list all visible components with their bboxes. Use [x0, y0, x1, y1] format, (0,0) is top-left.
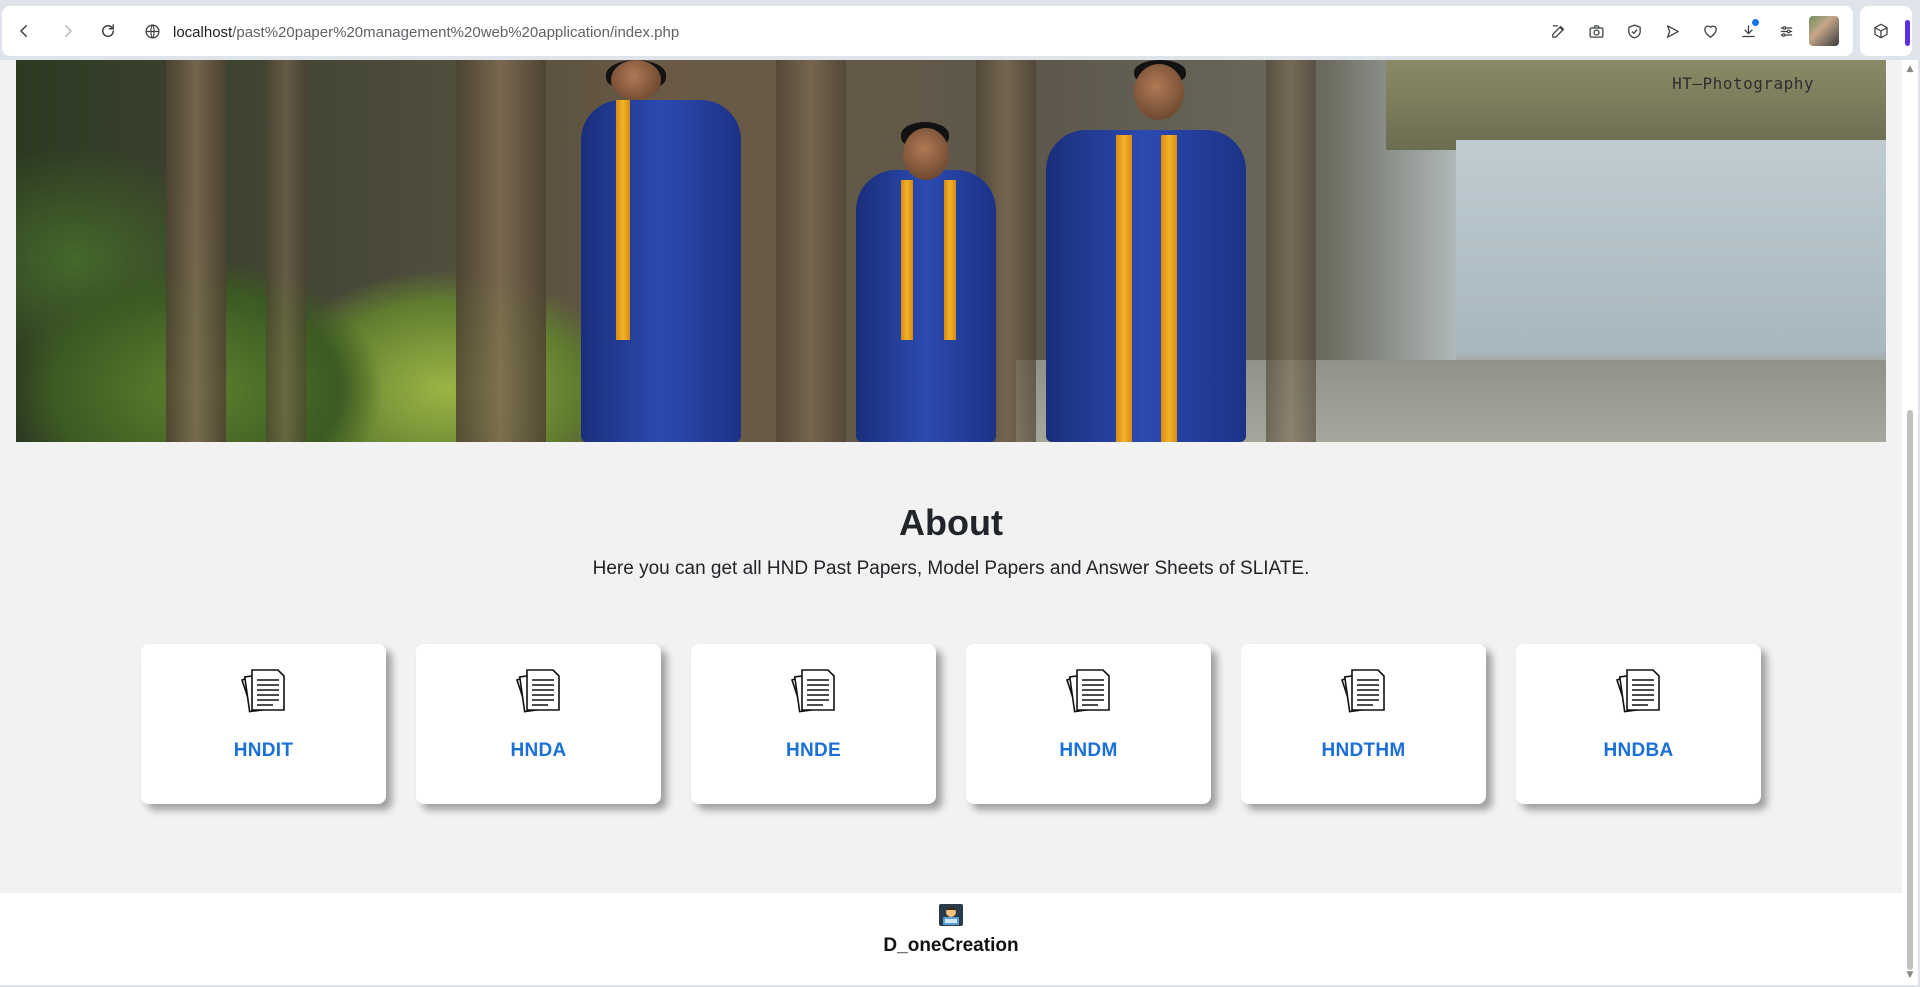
hero-graduate-sash [1161, 135, 1177, 442]
documents-icon [240, 669, 285, 713]
documents-icon [1340, 669, 1385, 713]
send-button[interactable] [1657, 16, 1687, 46]
hero-graduate-head [1134, 64, 1184, 120]
globe-icon [145, 23, 160, 39]
hero-graduate-gown [581, 100, 741, 442]
page-viewport: HT–Photography About Here you can get al… [0, 60, 1902, 985]
documents-icon [515, 669, 560, 713]
about-description: Here you can get all HND Past Papers, Mo… [592, 558, 1310, 579]
screenshot-button[interactable] [1581, 16, 1611, 46]
hero-graduate-sash [944, 180, 956, 340]
hero-graduate-sash [616, 100, 630, 340]
browser-chrome: localhost/past%20paper%20management%20we… [0, 0, 1920, 60]
back-button[interactable] [6, 13, 42, 49]
course-card-hnde[interactable]: HNDE [691, 644, 936, 804]
hero-tree-trunk [166, 60, 226, 442]
about-title: About [899, 502, 1003, 543]
camera-icon [1588, 24, 1604, 38]
hero-graduate-sash [1116, 135, 1132, 442]
url-host: localhost [173, 23, 233, 41]
documents-icon [790, 669, 835, 713]
hero-tree-trunk [1266, 60, 1316, 442]
technologist-emoji-icon [939, 904, 963, 926]
profile-avatar[interactable] [1809, 16, 1839, 46]
settings-button[interactable] [1771, 16, 1801, 46]
hero-tree-trunk [266, 60, 306, 442]
hero-graduate-gown [1046, 130, 1246, 442]
course-card-hndthm[interactable]: HNDTHM [1241, 644, 1486, 804]
edit-page-button[interactable] [1543, 16, 1573, 46]
hero-graduate-head [903, 128, 949, 180]
course-card-hndm[interactable]: HNDM [966, 644, 1211, 804]
downloads-button[interactable] [1733, 16, 1763, 46]
hero-tree-trunk [456, 60, 546, 442]
scroll-down-icon[interactable]: ▼ [1905, 970, 1915, 980]
footer: D_oneCreation [0, 893, 1902, 985]
security-button[interactable] [1619, 16, 1649, 46]
hero-image: HT–Photography [16, 60, 1886, 442]
send-icon [1666, 24, 1679, 38]
reload-button[interactable] [90, 13, 126, 49]
course-label: HNDTHM [1321, 740, 1406, 761]
heart-icon [1703, 25, 1717, 38]
edit-icon [1551, 24, 1564, 38]
browser-toolbar: localhost/past%20paper%20management%20we… [2, 6, 1853, 56]
course-label: HNDE [785, 740, 842, 761]
course-label: HNDA [510, 740, 567, 761]
course-label: HNDBA [1603, 740, 1674, 761]
documents-icon [1065, 669, 1110, 713]
forward-button[interactable] [50, 13, 86, 49]
scroll-thumb[interactable] [1907, 410, 1913, 970]
url-path: /past%20paper%20management%20web%20appli… [232, 23, 680, 41]
course-label: HNDIT [233, 740, 294, 761]
favorites-button[interactable] [1695, 16, 1725, 46]
address-bar[interactable]: localhost/past%20paper%20management%20we… [144, 6, 679, 56]
arrow-right-icon [65, 25, 72, 37]
hero-graduate-sash [901, 180, 913, 340]
course-label: HNDM [1059, 740, 1118, 761]
course-card-hndit[interactable]: HNDIT [141, 644, 386, 804]
cube-icon [1874, 23, 1888, 39]
download-indicator [1752, 19, 1759, 26]
sidebar-accent-bar [1905, 20, 1910, 46]
documents-icon [1615, 669, 1660, 713]
course-card-hnda[interactable]: HNDA [416, 644, 661, 804]
sliders-icon [1780, 25, 1792, 37]
hero-graduate-gown [856, 170, 996, 442]
arrow-left-icon [20, 25, 27, 37]
hero-graduate-head [611, 60, 661, 100]
reload-icon [102, 24, 114, 37]
shield-check-icon [1627, 23, 1641, 39]
photo-watermark: HT–Photography [1672, 74, 1814, 93]
toolbar-actions [1543, 6, 1839, 56]
scroll-up-icon[interactable]: ▲ [1905, 64, 1915, 74]
hero-tree-trunk [776, 60, 846, 442]
extensions-panel[interactable] [1860, 6, 1912, 56]
footer-brand: D_oneCreation [883, 935, 1019, 956]
course-card-hndba[interactable]: HNDBA [1516, 644, 1761, 804]
page-scrollbar[interactable]: ▲ ▼ [1902, 60, 1918, 985]
